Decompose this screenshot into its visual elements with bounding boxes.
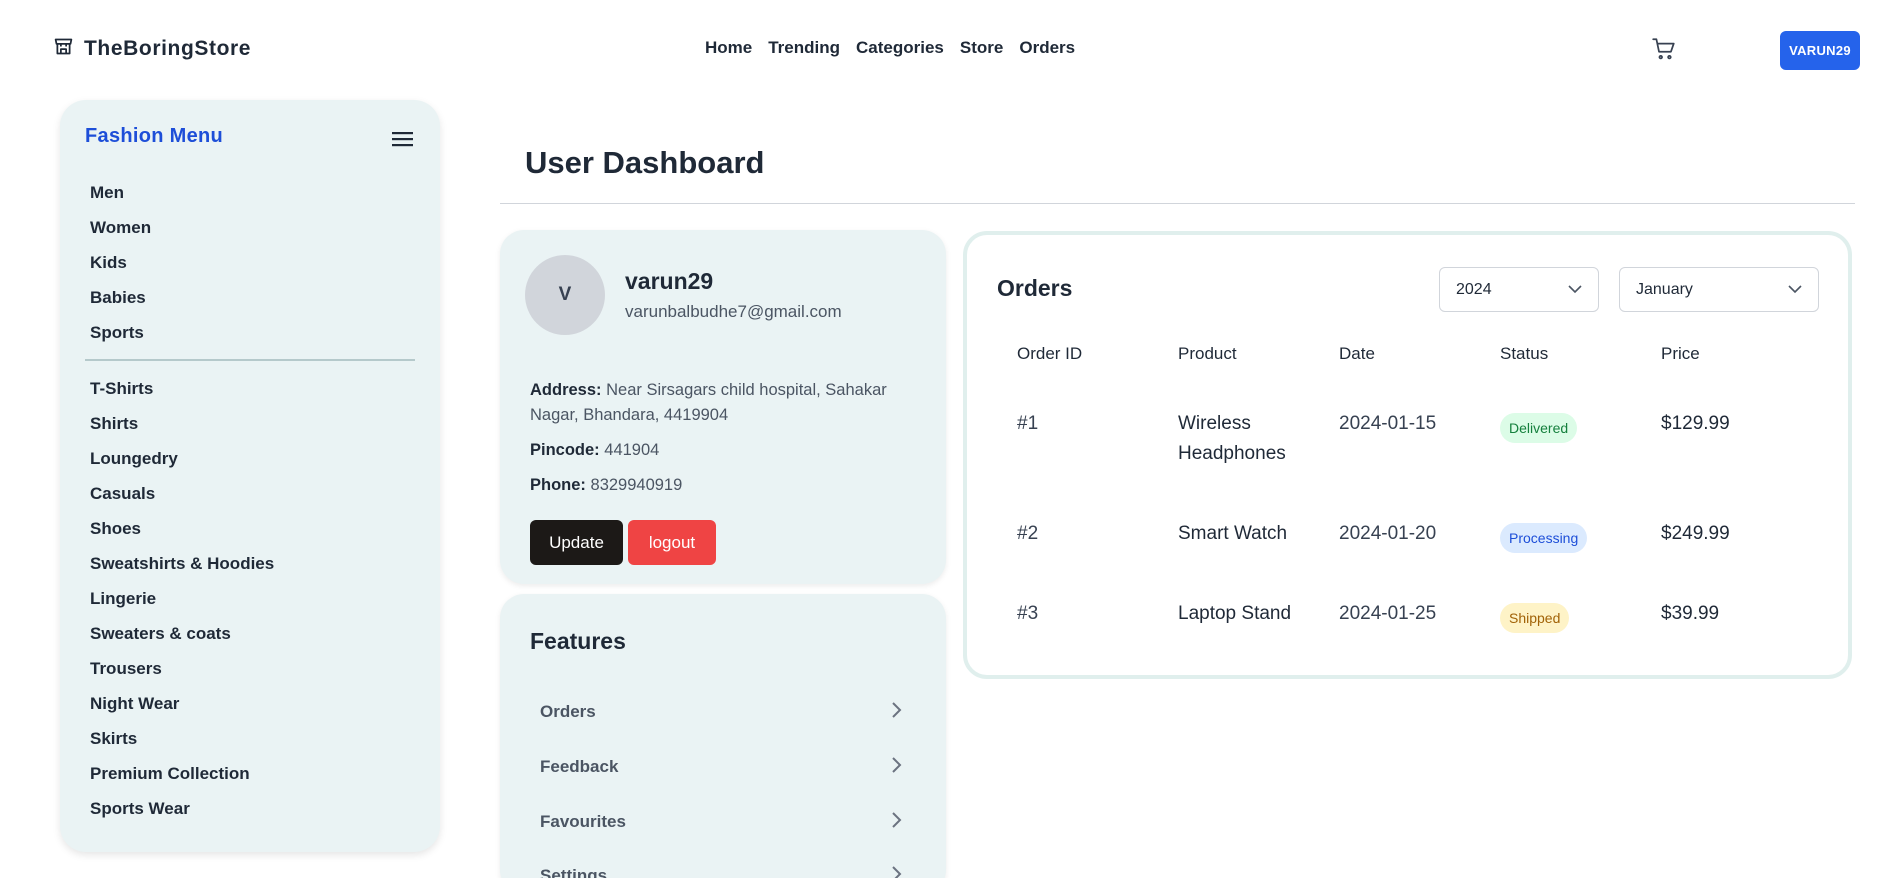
store-icon [53, 36, 74, 62]
order-date: 2024-01-20 [1339, 523, 1437, 544]
sidebar-item-loungedry[interactable]: Loungedry [90, 441, 274, 476]
feature-label: Orders [540, 702, 596, 721]
orders-title: Orders [997, 275, 1073, 301]
column-header-product: Product [1178, 344, 1237, 363]
sidebar-item-sports[interactable]: Sports [90, 315, 151, 350]
sidebar-item-men[interactable]: Men [90, 175, 151, 210]
nav-store[interactable]: Store [960, 38, 1003, 58]
sidebar-group-categories: T-Shirts Shirts Loungedry Casuals Shoes … [90, 371, 274, 826]
sidebar-item-sports-wear[interactable]: Sports Wear [90, 791, 274, 826]
nav-categories[interactable]: Categories [856, 38, 944, 58]
nav-home[interactable]: Home [705, 38, 752, 58]
top-navbar: TheBoringStore Home Trending Categories … [0, 0, 1898, 100]
chevron-right-icon [890, 701, 902, 724]
order-price: $39.99 [1661, 603, 1720, 624]
sidebar-item-lingerie[interactable]: Lingerie [90, 581, 274, 616]
cart-icon[interactable] [1651, 36, 1677, 67]
feature-label: Settings [540, 866, 608, 878]
feature-item-orders[interactable]: Orders [520, 690, 922, 734]
order-price: $129.99 [1661, 413, 1730, 434]
main-nav: Home Trending Categories Store Orders [705, 38, 1075, 58]
pincode-label: Pincode: [530, 441, 600, 459]
update-button[interactable]: Update [530, 520, 623, 565]
status-badge: Processing [1500, 523, 1588, 553]
profile-username: varun29 [625, 268, 714, 294]
sidebar-item-shirts[interactable]: Shirts [90, 406, 274, 441]
orders-card: Orders 2024 January Order ID Product Dat… [963, 231, 1852, 679]
feature-label: Feedback [540, 757, 619, 776]
profile-address: Address: Near Sirsagars child hospital, … [530, 378, 920, 428]
sidebar-item-night-wear[interactable]: Night Wear [90, 686, 274, 721]
chevron-right-icon [890, 865, 902, 878]
pincode-value: 441904 [604, 441, 660, 459]
avatar: V [525, 255, 605, 335]
title-divider [500, 203, 1855, 204]
sidebar-item-shoes[interactable]: Shoes [90, 511, 274, 546]
order-id: #2 [1017, 523, 1039, 544]
nav-orders[interactable]: Orders [1019, 38, 1075, 58]
sidebar-item-trousers[interactable]: Trousers [90, 651, 274, 686]
brand-name: TheBoringStore [84, 37, 252, 60]
order-id: #1 [1017, 413, 1039, 434]
year-select[interactable]: 2024 [1439, 267, 1599, 312]
order-price: $249.99 [1661, 523, 1730, 544]
status-badge: Delivered [1500, 413, 1578, 443]
order-date: 2024-01-25 [1339, 603, 1437, 624]
chevron-right-icon [890, 811, 902, 834]
profile-email: varunbalbudhe7@gmail.com [625, 302, 842, 321]
page-title: User Dashboard [525, 145, 765, 180]
sidebar-item-sweaters-coats[interactable]: Sweaters & coats [90, 616, 274, 651]
hamburger-icon[interactable] [392, 130, 414, 153]
profile-phone: Phone: 8329940919 [530, 473, 920, 498]
column-header-status: Status [1500, 344, 1549, 363]
feature-item-feedback[interactable]: Feedback [520, 745, 922, 789]
order-id: #3 [1017, 603, 1039, 624]
column-header-order-id: Order ID [1017, 344, 1083, 363]
profile-card: V varun29 varunbalbudhe7@gmail.com Addre… [500, 230, 946, 584]
sidebar-item-skirts[interactable]: Skirts [90, 721, 274, 756]
features-card: Features Orders Feedback Favourites Sett… [500, 594, 946, 878]
order-product: Laptop Stand [1178, 603, 1292, 624]
sidebar-item-premium-collection[interactable]: Premium Collection [90, 756, 274, 791]
sidebar-item-babies[interactable]: Babies [90, 280, 151, 315]
logout-button[interactable]: logout [628, 520, 716, 565]
features-title: Features [530, 628, 626, 654]
order-date: 2024-01-15 [1339, 413, 1437, 434]
chevron-down-icon [1788, 281, 1802, 299]
chevron-right-icon [890, 756, 902, 779]
month-select[interactable]: January [1619, 267, 1819, 312]
year-select-value: 2024 [1456, 280, 1492, 298]
phone-value: 8329940919 [590, 476, 683, 494]
column-header-date: Date [1339, 344, 1375, 363]
status-badge: Shipped [1500, 603, 1570, 633]
order-product: Smart Watch [1178, 523, 1288, 544]
sidebar-item-tshirts[interactable]: T-Shirts [90, 371, 274, 406]
order-product: Wireless Headphones [1178, 413, 1286, 464]
sidebar-title: Fashion Menu [85, 125, 224, 147]
profile-pincode: Pincode: 441904 [530, 438, 920, 463]
nav-trending[interactable]: Trending [768, 38, 840, 58]
sidebar-item-kids[interactable]: Kids [90, 245, 151, 280]
sidebar-group-audience: Men Women Kids Babies Sports [90, 175, 151, 350]
feature-label: Favourites [540, 812, 626, 831]
address-label: Address: [530, 381, 602, 399]
phone-label: Phone: [530, 476, 586, 494]
sidebar-item-sweatshirts-hoodies[interactable]: Sweatshirts & Hoodies [90, 546, 274, 581]
column-header-price: Price [1661, 344, 1700, 363]
month-select-value: January [1636, 280, 1693, 298]
sidebar-item-casuals[interactable]: Casuals [90, 476, 274, 511]
brand[interactable]: TheBoringStore [53, 36, 251, 62]
sidebar-item-women[interactable]: Women [90, 210, 151, 245]
feature-item-favourites[interactable]: Favourites [520, 800, 922, 844]
fashion-sidebar: Fashion Menu Men Women Kids Babies Sport… [60, 100, 440, 852]
chevron-down-icon [1568, 281, 1582, 299]
feature-item-settings[interactable]: Settings [520, 854, 922, 878]
user-account-button[interactable]: VARUN29 [1780, 31, 1860, 70]
sidebar-divider [85, 359, 415, 361]
